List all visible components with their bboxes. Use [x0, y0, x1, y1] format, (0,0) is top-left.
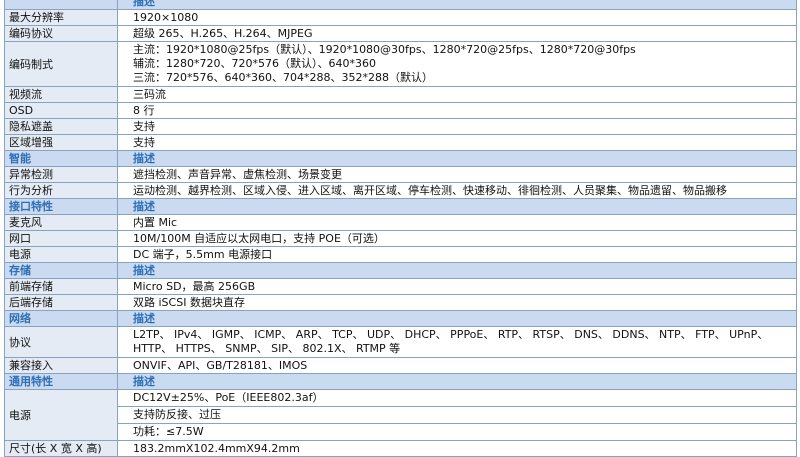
spec-value: 8 行: [117, 102, 797, 119]
spec-row-power: 电源 DC12V±25%、PoE（IEEE802.3af） 支持防反接、过压 功…: [4, 389, 797, 441]
spec-row-edge-storage: 前端存储 Micro SD，最高 256GB: [4, 278, 797, 295]
spec-value: 支持: [117, 118, 797, 135]
section-header-interface: 接口特性 描述: [4, 198, 797, 215]
spec-row-max-resolution: 最大分辨率 1920×1080: [4, 9, 797, 26]
spec-value: DC 端子，5.5mm 电源接口: [117, 246, 797, 263]
spec-value: 运动检测、越界检测、区域入侵、进入区域、离开区域、停车检测、快速移动、徘徊检测、…: [117, 182, 797, 199]
power-consumption-line: 功耗：≤7.5W: [118, 423, 796, 440]
spec-value: 超级 265、H.265、H.264、MJPEG: [117, 25, 797, 42]
spec-row-anomaly-detection: 异常检测 遮挡检测、声音异常、虚焦检测、场景变更: [4, 166, 797, 183]
spec-row-encoding-format: 编码制式 主流：1920*1080@25fps（默认）、1920*1080@30…: [4, 41, 797, 87]
section-desc-label: 描述: [117, 0, 797, 10]
spec-table: 描述 最大分辨率 1920×1080 编码协议 超级 265、H.265、H.2…: [4, 0, 797, 457]
spec-row-dimensions: 尺寸(长 X 宽 X 高) 183.2mmX102.4mmX94.2mm: [4, 440, 797, 457]
section-desc-label: 描述: [117, 310, 797, 327]
spec-value: 遮挡检测、声音异常、虚焦检测、场景变更: [117, 166, 797, 183]
spec-value: 支持: [117, 134, 797, 151]
section-title: 智能: [4, 150, 118, 167]
spec-row-compatibility: 兼容接入 ONVIF、API、GB/T28181、IMOS: [4, 357, 797, 374]
spec-value: Micro SD，最高 256GB: [117, 278, 797, 295]
section-desc-label: 描述: [117, 373, 797, 390]
section-title: 接口特性: [4, 198, 118, 215]
main-stream-line: 主流：1920*1080@25fps（默认）、1920*1080@30fps、1…: [133, 43, 636, 56]
spec-key: OSD: [4, 102, 118, 119]
spec-key: 后端存储: [4, 294, 118, 311]
protocols-line-1: L2TP、 IPv4、 IGMP、 ICMP、 ARP、 TCP、 UDP、 D…: [133, 328, 769, 341]
spec-row-osd: OSD 8 行: [4, 102, 797, 119]
spec-key: 协议: [4, 326, 118, 358]
protocols-line-2: HTTP、 HTTPS、 SNMP、 SIP、 802.1X、 RTMP 等: [133, 342, 401, 355]
spec-key: 最大分辨率: [4, 9, 118, 26]
spec-key: 行为分析: [4, 182, 118, 199]
spec-value: L2TP、 IPv4、 IGMP、 ICMP、 ARP、 TCP、 UDP、 D…: [117, 326, 797, 358]
spec-value: 10M/100M 自适应以太网电口，支持 POE（可选）: [117, 230, 797, 247]
spec-row-codec: 编码协议 超级 265、H.265、H.264、MJPEG: [4, 25, 797, 42]
third-stream-line: 三流：720*576、640*360、704*288、352*288（默认）: [133, 71, 433, 84]
spec-key: 电源: [4, 389, 118, 441]
power-input-line: DC12V±25%、PoE（IEEE802.3af）: [133, 391, 324, 404]
spec-key: 编码制式: [4, 41, 118, 87]
spec-row-network-port: 网口 10M/100M 自适应以太网电口，支持 POE（可选）: [4, 230, 797, 247]
section-header-general: 通用特性 描述: [4, 373, 797, 390]
spec-key: 电源: [4, 246, 118, 263]
spec-row-protocols: 协议 L2TP、 IPv4、 IGMP、 ICMP、 ARP、 TCP、 UDP…: [4, 326, 797, 358]
spec-key: 麦克风: [4, 214, 118, 231]
spec-row-microphone: 麦克风 内置 Mic: [4, 214, 797, 231]
spec-key: 编码协议: [4, 25, 118, 42]
spec-value: 三码流: [117, 86, 797, 103]
spec-key: 异常检测: [4, 166, 118, 183]
spec-row-privacy-mask: 隐私遮盖 支持: [4, 118, 797, 135]
section-desc-label: 描述: [117, 150, 797, 167]
spec-key: 兼容接入: [4, 357, 118, 374]
spec-value: 主流：1920*1080@25fps（默认）、1920*1080@30fps、1…: [117, 41, 797, 87]
section-header-network: 网络 描述: [4, 310, 797, 327]
section-title: 网络: [4, 310, 118, 327]
section-title: [4, 0, 118, 10]
section-title: 通用特性: [4, 373, 118, 390]
spec-row-power-interface: 电源 DC 端子，5.5mm 电源接口: [4, 246, 797, 263]
section-header-smart: 智能 描述: [4, 150, 797, 167]
section-title: 存储: [4, 262, 118, 279]
section-header-storage: 存储 描述: [4, 262, 797, 279]
spec-key: 前端存储: [4, 278, 118, 295]
spec-row-behavior-analysis: 行为分析 运动检测、越界检测、区域入侵、进入区域、离开区域、停车检测、快速移动、…: [4, 182, 797, 199]
spec-row-backend-storage: 后端存储 双路 iSCSI 数据块直存: [4, 294, 797, 311]
spec-value: ONVIF、API、GB/T28181、IMOS: [117, 357, 797, 374]
spec-value: 双路 iSCSI 数据块直存: [117, 294, 797, 311]
spec-row-roi: 区域增强 支持: [4, 134, 797, 151]
section-desc-label: 描述: [117, 262, 797, 279]
spec-value: DC12V±25%、PoE（IEEE802.3af） 支持防反接、过压 功耗：≤…: [117, 389, 797, 441]
spec-key: 网口: [4, 230, 118, 247]
spec-key: 尺寸(长 X 宽 X 高): [4, 440, 118, 457]
power-protection-line: 支持防反接、过压: [118, 406, 796, 423]
section-desc-label: 描述: [117, 198, 797, 215]
spec-value: 1920×1080: [117, 9, 797, 26]
spec-key: 隐私遮盖: [4, 118, 118, 135]
spec-key: 区域增强: [4, 134, 118, 151]
spec-row-video-stream: 视频流 三码流: [4, 86, 797, 103]
spec-value: 内置 Mic: [117, 214, 797, 231]
section-header-video: 描述: [4, 0, 797, 10]
sub-stream-line: 辅流：1280*720、720*576（默认）、640*360: [133, 57, 376, 70]
spec-value: 183.2mmX102.4mmX94.2mm: [117, 440, 797, 457]
spec-key: 视频流: [4, 86, 118, 103]
